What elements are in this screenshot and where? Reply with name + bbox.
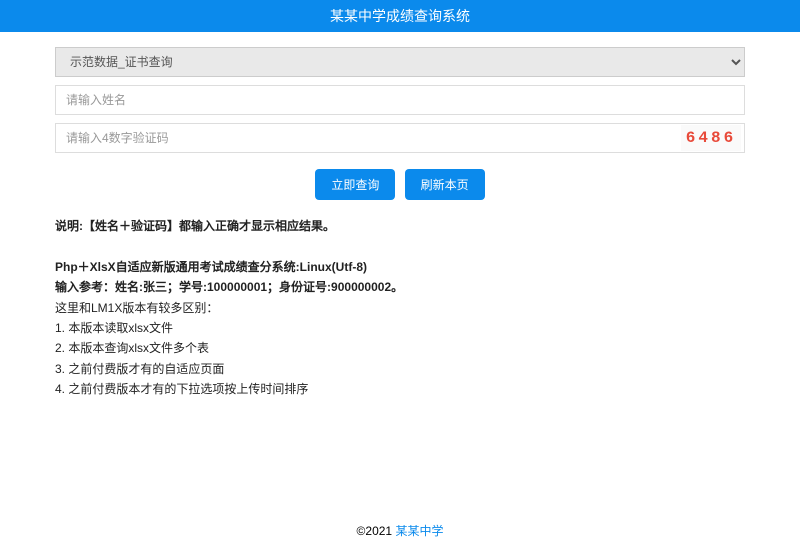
name-row <box>55 85 745 115</box>
info-diff-header: 这里和LM1X版本有较多区别： <box>55 298 745 318</box>
info-title: Php＋XlsX自适应新版通用考试成绩查分系统:Linux(Utf-8) <box>55 257 745 277</box>
copyright-text: ©2021 <box>357 524 393 538</box>
info-diff-2: 2. 本版本查询xlsx文件多个表 <box>55 338 745 358</box>
captcha-input[interactable] <box>55 123 745 153</box>
captcha-row: 6486 <box>55 123 745 153</box>
header-title: 某某中学成绩查询系统 <box>330 8 470 24</box>
page-header: 某某中学成绩查询系统 <box>0 0 800 32</box>
query-button[interactable]: 立即查询 <box>315 169 395 200</box>
info-diff-4: 4. 之前付费版本才有的下拉选项按上传时间排序 <box>55 379 745 399</box>
info-note: 说明:【姓名＋验证码】都输入正确才显示相应结果。 <box>55 216 745 236</box>
info-sample: 输入参考：姓名:张三；学号:100000001；身份证号:900000002。 <box>55 277 745 297</box>
info-diff-3: 3. 之前付费版才有的自适应页面 <box>55 359 745 379</box>
name-input[interactable] <box>55 85 745 115</box>
info-diff-1: 1. 本版本读取xlsx文件 <box>55 318 745 338</box>
page-footer: ©2021 某某中学 <box>0 518 800 543</box>
info-block: 说明:【姓名＋验证码】都输入正确才显示相应结果。 Php＋XlsX自适应新版通用… <box>55 216 745 400</box>
dataset-select[interactable]: 示范数据_证书查询 <box>55 47 745 77</box>
button-row: 立即查询 刷新本页 <box>55 161 745 216</box>
footer-link[interactable]: 某某中学 <box>395 524 443 538</box>
refresh-button[interactable]: 刷新本页 <box>405 169 485 200</box>
captcha-image[interactable]: 6486 <box>681 125 741 151</box>
main-container: 示范数据_证书查询 6486 立即查询 刷新本页 说明:【姓名＋验证码】都输入正… <box>0 32 800 400</box>
